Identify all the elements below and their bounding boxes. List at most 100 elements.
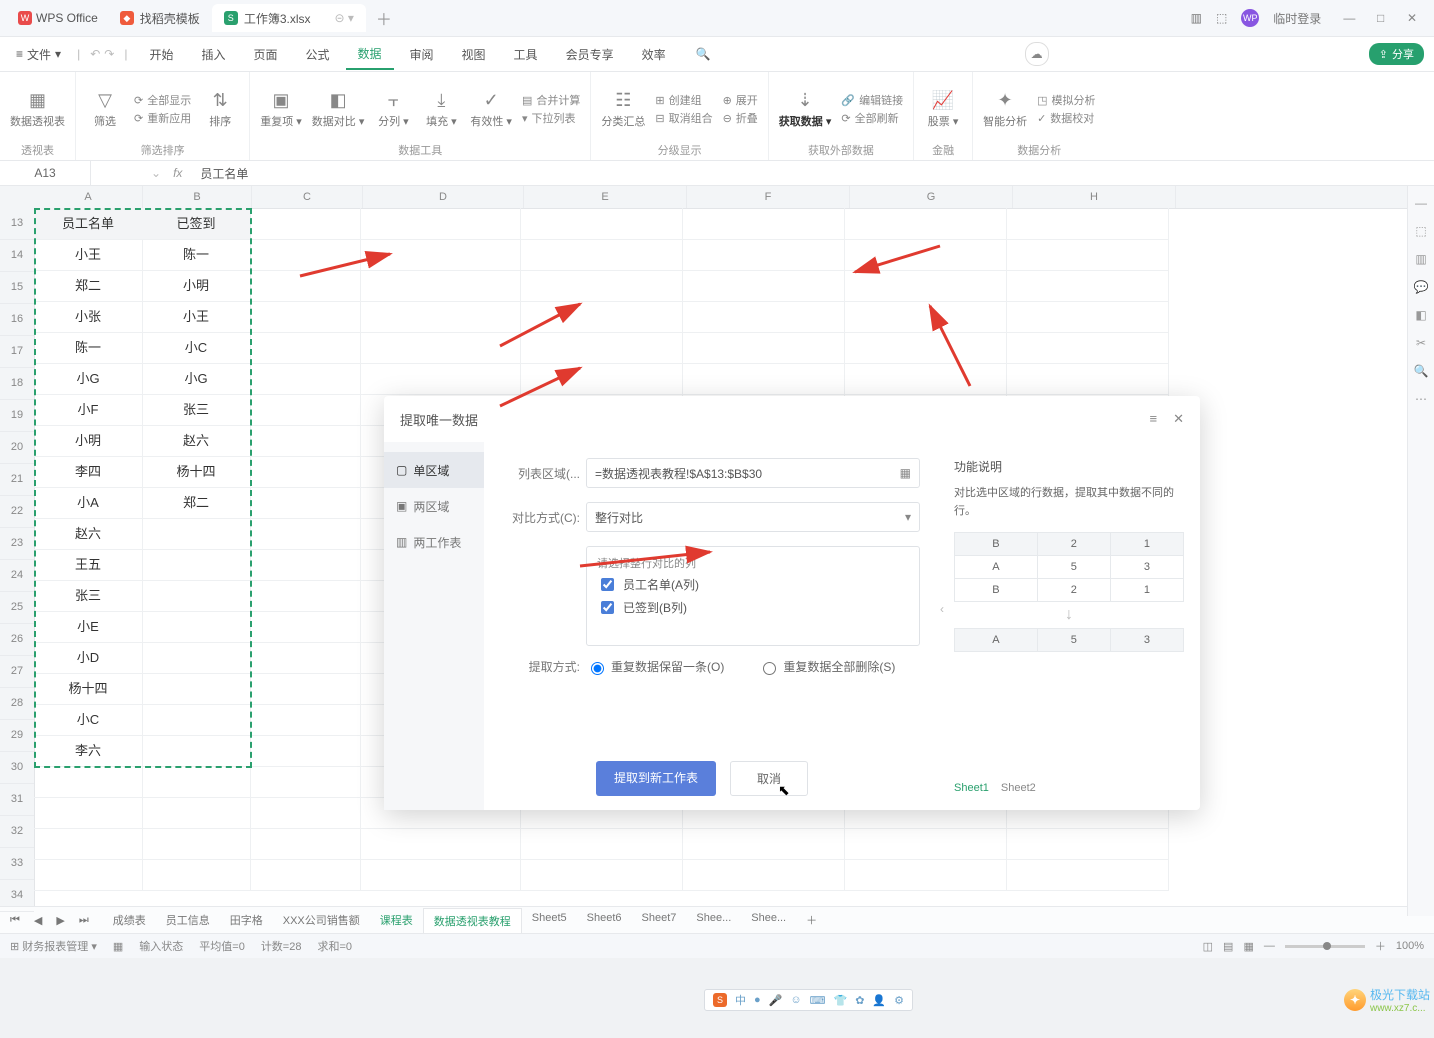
row-header[interactable]: 18 [0, 368, 34, 400]
row-header[interactable]: 20 [0, 432, 34, 464]
row-header[interactable]: 33 [0, 848, 34, 880]
data-cell[interactable]: 王五 [34, 549, 142, 580]
data-cell[interactable]: 小C [142, 332, 250, 363]
side-style-icon[interactable]: ▥ [1415, 252, 1426, 266]
tab-prev[interactable]: ◀ [34, 914, 42, 927]
row-header[interactable]: 26 [0, 624, 34, 656]
help-tab-sheet2[interactable]: Sheet2 [1001, 782, 1036, 794]
valid-button[interactable]: ✓有效性 ▾ [470, 90, 512, 129]
cancel-button[interactable]: 取消 [730, 761, 808, 796]
col-header[interactable]: E [524, 186, 687, 208]
col-header[interactable]: F [687, 186, 850, 208]
get-data-button[interactable]: ⇣获取数据 ▾ [779, 90, 832, 129]
nav-two-region[interactable]: ▣ 两区域 [384, 488, 484, 524]
row-header[interactable]: 32 [0, 816, 34, 848]
tab-first[interactable]: ⏮ [10, 914, 20, 927]
status-grid-icon[interactable]: ▦ [113, 940, 123, 953]
new-tab-button[interactable]: ＋ [366, 6, 402, 30]
row-header[interactable]: 14 [0, 240, 34, 272]
row-header[interactable]: 21 [0, 464, 34, 496]
row-header[interactable]: 17 [0, 336, 34, 368]
data-cell[interactable]: 小王 [34, 239, 142, 270]
dropdown-button[interactable]: ▾ 下拉列表 [522, 110, 580, 126]
data-cell[interactable] [142, 549, 250, 580]
data-cell[interactable]: 小D [34, 642, 142, 673]
data-cell[interactable] [142, 673, 250, 704]
filter-button[interactable]: ▽筛选 [86, 90, 124, 129]
nav-two-sheets[interactable]: ▥ 两工作表 [384, 524, 484, 560]
data-cell[interactable]: 小E [34, 611, 142, 642]
sheet-tab[interactable]: XXX公司销售额 [273, 908, 370, 933]
col-checkbox-b[interactable]: 已签到(B列) [597, 598, 909, 617]
row-header[interactable]: 19 [0, 400, 34, 432]
formula-input[interactable]: 员工名单 [194, 165, 248, 182]
data-cell[interactable] [142, 580, 250, 611]
side-tools-icon[interactable]: ✂ [1416, 336, 1426, 350]
menu-start[interactable]: 开始 [137, 40, 185, 69]
data-cell[interactable]: 郑二 [34, 270, 142, 301]
data-cell[interactable]: 小张 [34, 301, 142, 332]
search-icon[interactable]: 🔍 [696, 47, 711, 61]
menu-review[interactable]: 审阅 [398, 40, 446, 69]
data-cell[interactable]: 李四 [34, 456, 142, 487]
sheet-tab[interactable]: Sheet6 [577, 908, 632, 933]
side-layers-icon[interactable]: ◧ [1415, 308, 1426, 322]
data-cell[interactable]: 已签到 [142, 208, 250, 239]
create-group-button[interactable]: ⊞ 创建组 [655, 92, 712, 108]
data-cell[interactable]: 小明 [34, 425, 142, 456]
tab-last[interactable]: ⏭ [79, 914, 89, 927]
range-input[interactable]: =数据透视表教程!$A$13:$B$30▦ [586, 458, 920, 488]
compare-button[interactable]: ◧数据对比 ▾ [312, 90, 365, 129]
row-header[interactable]: 15 [0, 272, 34, 304]
reapply-button[interactable]: ⟳ 重新应用 [134, 110, 191, 126]
data-cell[interactable]: 小王 [142, 301, 250, 332]
sheet-tab[interactable]: Shee... [686, 908, 741, 933]
data-cell[interactable]: 张三 [34, 580, 142, 611]
data-cell[interactable]: 张三 [142, 394, 250, 425]
data-cell[interactable]: 陈一 [142, 239, 250, 270]
split-button[interactable]: ⫟分列 ▾ [374, 90, 412, 129]
sheet-tab[interactable]: Sheet5 [522, 908, 577, 933]
nav-single-region[interactable]: ▢ 单区域 [384, 452, 484, 488]
tab-next[interactable]: ▶ [56, 914, 64, 927]
data-cell[interactable]: 小明 [142, 270, 250, 301]
zoom-out[interactable]: — [1264, 940, 1275, 952]
zoom-value[interactable]: 100% [1396, 940, 1424, 952]
col-header[interactable]: G [850, 186, 1013, 208]
menu-page[interactable]: 页面 [241, 40, 289, 69]
edit-links-button[interactable]: 🔗 编辑链接 [841, 92, 903, 108]
menu-data[interactable]: 数据 [346, 39, 394, 70]
range-picker-icon[interactable]: ▦ [900, 466, 911, 480]
data-cell[interactable] [142, 704, 250, 735]
data-cell[interactable] [142, 642, 250, 673]
file-menu[interactable]: ≡ 文件 ▾ [10, 42, 67, 67]
stock-button[interactable]: 📈股票 ▾ [924, 90, 962, 129]
col-header[interactable]: A [34, 186, 143, 208]
tab-template[interactable]: ◆ 找稻壳模板 [108, 4, 212, 32]
view-page-icon[interactable]: ▤ [1223, 940, 1233, 953]
mode-select[interactable]: 整行对比▾ [586, 502, 920, 532]
radio-keep-one[interactable]: 重复数据保留一条(O) [586, 658, 724, 675]
row-header[interactable]: 16 [0, 304, 34, 336]
sheet-tab[interactable]: 员工信息 [156, 908, 220, 933]
undo-button[interactable]: ↶ [90, 47, 100, 61]
radio-delete-all[interactable]: 重复数据全部删除(S) [758, 658, 895, 675]
data-cell[interactable]: 员工名单 [34, 208, 142, 239]
login-label[interactable]: 临时登录 [1273, 10, 1321, 27]
dup-button[interactable]: ▣重复项 ▾ [260, 90, 302, 129]
data-cell[interactable]: 小F [34, 394, 142, 425]
row-header[interactable]: 30 [0, 752, 34, 784]
zoom-in[interactable]: ＋ [1375, 938, 1386, 954]
cloud-icon[interactable]: ☁ [1025, 42, 1049, 66]
data-cell[interactable]: 小C [34, 704, 142, 735]
data-cell[interactable]: 郑二 [142, 487, 250, 518]
sheet-tab[interactable]: 数据透视表教程 [423, 908, 522, 933]
data-cell[interactable]: 小A [34, 487, 142, 518]
minimize-button[interactable]: — [1335, 11, 1363, 25]
col-checkbox-a[interactable]: 员工名单(A列) [597, 575, 909, 594]
ungroup-button[interactable]: ⊟ 取消组合 [655, 110, 712, 126]
data-cell[interactable]: 赵六 [34, 518, 142, 549]
sheet-tab[interactable]: 成绩表 [103, 908, 156, 933]
sheet-tab[interactable]: 课程表 [370, 908, 423, 933]
data-cell[interactable]: 赵六 [142, 425, 250, 456]
